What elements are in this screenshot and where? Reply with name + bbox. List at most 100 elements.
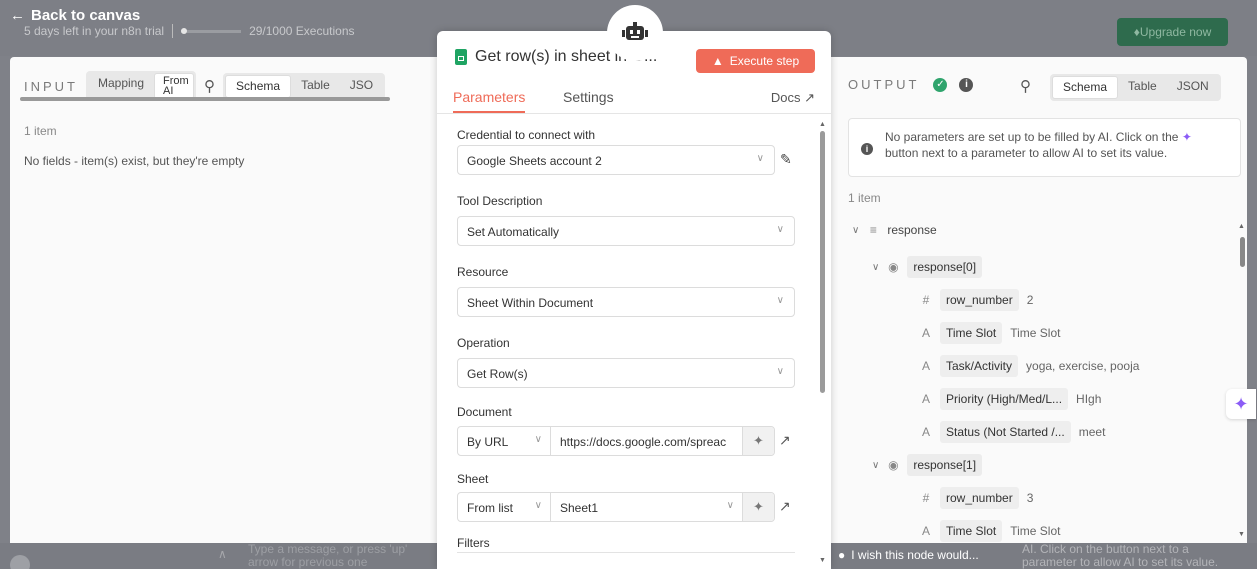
lightbulb-icon: ● (838, 548, 846, 562)
view-schema[interactable]: Schema (1052, 76, 1119, 99)
vertical-scrollbar[interactable]: ▲ ▼ (818, 121, 827, 569)
scroll-down-icon[interactable]: ▼ (1238, 531, 1245, 538)
output-title: OUTPUT (848, 77, 920, 92)
view-json[interactable]: JSON (1167, 76, 1219, 99)
divider (457, 552, 795, 553)
item-count: 1 item (848, 191, 881, 205)
ai-fill-button[interactable]: ✦ (742, 427, 774, 455)
external-link-icon[interactable]: ↗ (779, 498, 791, 515)
ai-fill-button[interactable]: ✦ (742, 493, 774, 521)
executions-progress (181, 27, 242, 34)
ai-assistant-button[interactable]: ✦ (1226, 389, 1256, 419)
list-icon: ≡ (869, 223, 877, 237)
feedback-link[interactable]: ● I wish this node would... (838, 548, 979, 562)
operation-label: Operation (457, 336, 510, 350)
flask-icon: ▲ (711, 54, 724, 68)
ai-agent-node-icon (607, 5, 663, 61)
scroll-up-icon[interactable]: ▲ (1238, 223, 1245, 230)
node-tabs: Parameters Settings Docs ↗ (437, 86, 831, 114)
chevron-down-icon: ∨ (776, 366, 784, 377)
list-item[interactable]: # row_number 2 (920, 289, 1033, 311)
sparkle-icon: ✦ (753, 433, 764, 448)
tool-description-label: Tool Description (457, 194, 543, 208)
list-item[interactable]: A Time Slot Time Slot (920, 520, 1060, 542)
chevron-down-icon: ∨ (776, 295, 784, 306)
resource-select[interactable]: Sheet Within Document ∨ (457, 287, 795, 317)
tree-node-response[interactable]: ∨ ≡ response (852, 223, 937, 237)
sheet-field: From list ∨ Sheet1 ∨ ✦ (457, 492, 775, 522)
check-icon: ✓ (933, 77, 948, 92)
output-panel: OUTPUT ✓ i ⚲ Schema Table JSON i No para… (820, 57, 1247, 543)
input-panel: INPUT Mapping From AI ⚲ Schema Table JSO… (10, 57, 450, 543)
back-to-canvas-button[interactable]: ← Back to canvas (10, 7, 140, 24)
tree-node-response-1[interactable]: ∨ ◉ response[1] (872, 454, 983, 476)
sheet-mode-select[interactable]: From list ∨ (458, 493, 551, 521)
arrow-left-icon: ← (10, 7, 25, 24)
ai-hint: AI. Click on the button next to a parame… (1022, 543, 1219, 569)
docs-link[interactable]: Docs ↗ (771, 90, 815, 106)
tab-settings[interactable]: Settings (563, 89, 614, 105)
output-view-toggle: Schema Table JSON (1050, 74, 1221, 101)
info-icon[interactable]: i (959, 77, 974, 92)
execute-step-button[interactable]: ▲ Execute step (696, 49, 815, 73)
vertical-scrollbar[interactable]: ▲ ▼ (1237, 223, 1247, 543)
search-icon[interactable]: ⚲ (1020, 77, 1031, 95)
list-item[interactable]: A Status (Not Started /... meet (920, 421, 1105, 443)
view-table[interactable]: Table (291, 75, 340, 98)
document-field: By URL ∨ https://docs.google.com/spreac … (457, 426, 775, 456)
scroll-up-icon[interactable]: ▲ (819, 121, 826, 128)
list-item[interactable]: A Time Slot Time Slot (920, 322, 1060, 344)
search-icon[interactable]: ⚲ (204, 77, 215, 95)
info-icon: i (861, 143, 873, 155)
document-url-input[interactable]: https://docs.google.com/spreac (551, 427, 742, 455)
cube-icon: ◉ (888, 260, 899, 274)
view-schema[interactable]: Schema (225, 74, 292, 98)
chevron-down-icon: ∨ (756, 153, 764, 164)
tab-mapping[interactable]: Mapping (88, 73, 154, 99)
tab-parameters[interactable]: Parameters (453, 89, 526, 113)
chevron-down-icon: ∨ (534, 434, 542, 445)
sheet-select[interactable]: Sheet1 ∨ (551, 493, 742, 521)
resource-label: Resource (457, 265, 509, 279)
chevron-up-icon[interactable]: ∧ (218, 547, 227, 561)
tree-node-response-0[interactable]: ∨ ◉ response[0] (872, 256, 983, 278)
chat-hint: Type a message, or press 'up' arrow for … (248, 543, 408, 569)
node-settings-modal: Get row(s) in sheet in G... ▲ Execute st… (437, 31, 831, 569)
sparkle-icon: ✦ (753, 499, 764, 514)
pencil-icon[interactable]: ✎ (780, 151, 792, 168)
divider (172, 24, 174, 38)
chevron-down-icon[interactable]: ∨ (852, 225, 859, 236)
credential-label: Credential to connect with (457, 128, 596, 142)
document-label: Document (457, 405, 512, 419)
operation-select[interactable]: Get Row(s) ∨ (457, 358, 795, 388)
tab-from-ai[interactable]: From AI (154, 73, 195, 99)
sparkle-icon: ✦ (1181, 130, 1192, 144)
external-link-icon[interactable]: ↗ (779, 432, 791, 449)
cube-icon: ◉ (888, 458, 899, 472)
scroll-down-icon[interactable]: ▼ (819, 557, 826, 564)
trial-status: 5 days left in your n8n trial 29/1000 Ex… (24, 24, 355, 38)
robot-icon (622, 22, 648, 40)
view-json[interactable]: JSO (340, 75, 383, 98)
chevron-down-icon: ∨ (534, 500, 542, 511)
chevron-down-icon[interactable]: ∨ (872, 262, 879, 273)
upgrade-button[interactable]: ♦ Upgrade now (1117, 18, 1228, 46)
item-count: 1 item (24, 124, 57, 138)
list-item[interactable]: # row_number 3 (920, 487, 1033, 509)
chevron-down-icon[interactable]: ∨ (872, 460, 879, 471)
input-title: INPUT (24, 78, 78, 94)
input-view-toggle: Schema Table JSO (223, 72, 386, 100)
credential-select[interactable]: Google Sheets account 2 ∨ (457, 145, 775, 175)
horizontal-scrollbar[interactable] (12, 97, 440, 101)
chevron-down-icon: ∨ (726, 500, 734, 511)
empty-message: No fields - item(s) exist, but they're e… (24, 154, 245, 168)
ai-notice: i No parameters are set up to be filled … (848, 118, 1241, 177)
list-item[interactable]: A Priority (High/Med/L... HIgh (920, 388, 1101, 410)
view-table[interactable]: Table (1118, 76, 1167, 99)
list-item[interactable]: A Task/Activity yoga, exercise, pooja (920, 355, 1139, 377)
tool-description-select[interactable]: Set Automatically ∨ (457, 216, 795, 246)
chevron-down-icon: ∨ (776, 224, 784, 235)
google-sheets-icon (455, 49, 467, 65)
sheet-label: Sheet (457, 472, 489, 486)
document-mode-select[interactable]: By URL ∨ (458, 427, 551, 455)
